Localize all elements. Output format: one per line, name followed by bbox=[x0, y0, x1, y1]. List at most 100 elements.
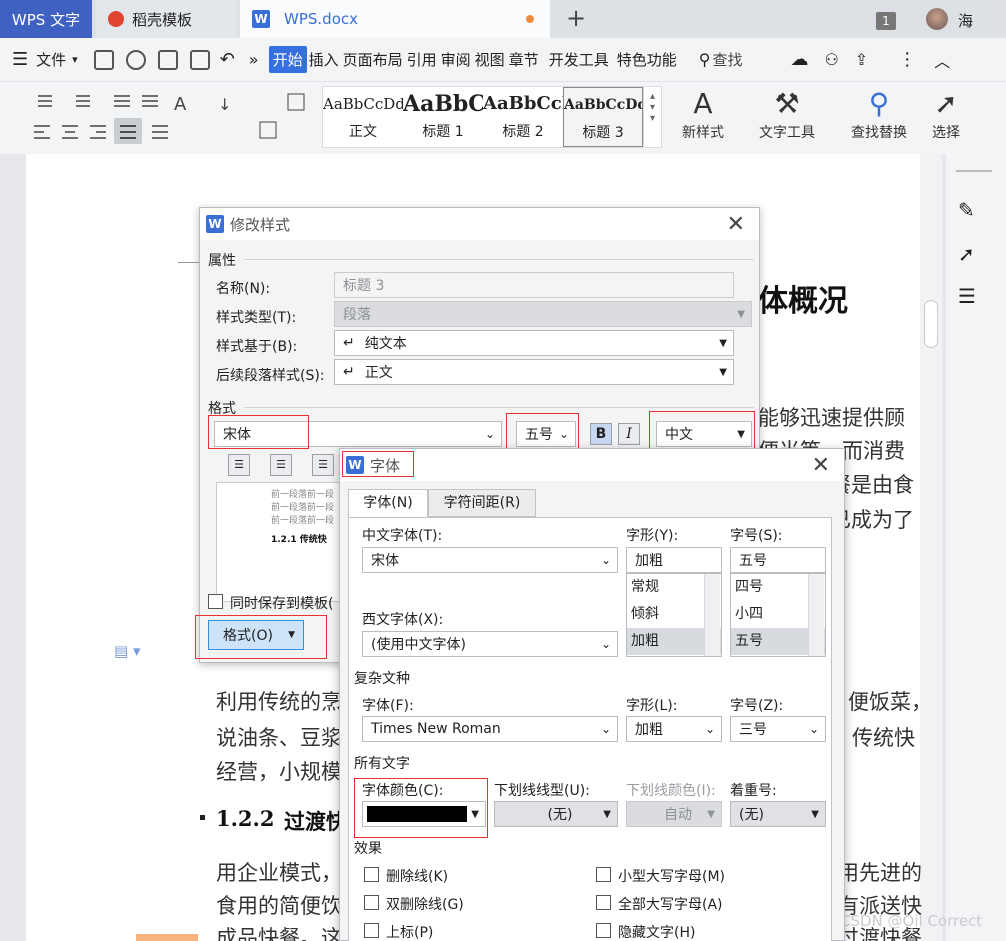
underline-color-select[interactable]: 自动 ▼ bbox=[626, 801, 722, 827]
export-icon[interactable] bbox=[125, 49, 146, 70]
settings-sliders-icon[interactable]: ☰ bbox=[958, 284, 976, 308]
chevron-down-icon: ▼ bbox=[737, 308, 745, 320]
align-left-button[interactable]: ☰ bbox=[228, 454, 250, 476]
scrollbar[interactable] bbox=[704, 574, 720, 656]
menu-item-layout[interactable]: 页面布局 bbox=[341, 47, 405, 72]
undo-icon[interactable]: ↶ bbox=[220, 49, 235, 70]
bold-button[interactable]: B bbox=[590, 423, 612, 445]
underline-style-select[interactable]: (无) ▼ bbox=[494, 801, 618, 827]
tab-daoke-template[interactable]: 稻壳模板 bbox=[96, 0, 236, 38]
new-style-button[interactable]: A 新样式 bbox=[672, 86, 734, 142]
find-replace-button[interactable]: ⚲ 查找替换 bbox=[842, 86, 916, 142]
font-style-input[interactable]: 加粗 bbox=[626, 547, 722, 573]
align-right-button[interactable]: ☰ bbox=[312, 454, 334, 476]
new-tab-plus-icon[interactable]: + bbox=[566, 4, 586, 32]
style-heading-1[interactable]: AaBbCc 标题 1 bbox=[403, 87, 483, 147]
tab-spacing[interactable]: 字符间距(R) bbox=[428, 489, 536, 517]
search-icon[interactable]: ⚲ bbox=[699, 50, 711, 69]
hamburger-icon[interactable]: ☰ bbox=[12, 49, 28, 70]
close-icon[interactable]: ✕ bbox=[727, 212, 745, 237]
complex-font-select[interactable]: Times New Roman ⌄ bbox=[362, 716, 618, 742]
chevron-down-icon: ⌄ bbox=[808, 722, 819, 736]
complex-style-value: 加粗 bbox=[635, 722, 663, 738]
scroll-thumb[interactable] bbox=[924, 300, 938, 348]
menu-item-features[interactable]: 特色功能 bbox=[615, 47, 679, 72]
window-count-badge[interactable]: 1 bbox=[876, 12, 896, 30]
more-icon[interactable]: ⋮ bbox=[898, 49, 916, 70]
menu-item-start[interactable]: 开始 bbox=[268, 46, 307, 73]
gallery-scroll[interactable]: ▴ ▾ ▾ bbox=[643, 87, 661, 147]
vertical-scrollbar[interactable] bbox=[920, 154, 942, 941]
italic-button[interactable]: I bbox=[618, 423, 640, 445]
group-complex-script: 复杂文种 bbox=[354, 671, 410, 687]
collapse-ribbon-icon[interactable]: ︿ bbox=[934, 48, 950, 72]
all-caps-checkbox[interactable] bbox=[596, 895, 611, 910]
text-tools-button[interactable]: ⚒ 文字工具 bbox=[750, 86, 824, 142]
print-preview-icon[interactable] bbox=[189, 49, 210, 70]
paragraph-icons[interactable]: A ↓ bbox=[30, 86, 310, 148]
complex-style-select[interactable]: 加粗 ⌄ bbox=[626, 716, 722, 742]
cn-font-select[interactable]: 宋体 ⌄ bbox=[362, 547, 618, 573]
tab-document[interactable]: W WPS.docx bbox=[240, 0, 550, 38]
emphasis-select[interactable]: (无) ▼ bbox=[730, 801, 826, 827]
user-name[interactable]: 海 bbox=[958, 10, 973, 31]
font-size-input[interactable]: 五号 bbox=[730, 547, 826, 573]
pen-icon[interactable]: ✎ bbox=[958, 198, 975, 222]
menu-item-reference[interactable]: 引用 bbox=[405, 47, 439, 72]
emphasis-value: (无) bbox=[739, 807, 764, 823]
style-type-select[interactable]: 段落 ▼ bbox=[334, 301, 752, 327]
style-heading-3[interactable]: AaBbCcDd 标题 3 bbox=[563, 87, 643, 147]
double-strikethrough-checkbox[interactable] bbox=[364, 895, 379, 910]
small-caps-checkbox[interactable] bbox=[596, 867, 611, 882]
next-style-value: 正文 bbox=[364, 365, 393, 381]
file-menu[interactable]: 文件 bbox=[34, 47, 68, 72]
menu-item-devtools[interactable]: 开发工具 bbox=[547, 47, 611, 72]
chevron-down-icon[interactable]: ▾ bbox=[72, 53, 78, 66]
hidden-text-checkbox[interactable] bbox=[596, 923, 611, 938]
strikethrough-checkbox[interactable] bbox=[364, 867, 379, 882]
tab-font[interactable]: 字体(N) bbox=[348, 489, 428, 518]
ribbon: A ↓ AaBbCcDd 正文 AaBbCc 标题 1 AaBbCcI 标题 2 Aa… bbox=[0, 82, 1006, 154]
avatar[interactable] bbox=[926, 8, 948, 30]
paragraph-handle-icon[interactable]: ▤ ▾ bbox=[114, 642, 140, 660]
unsaved-dot-icon bbox=[526, 15, 534, 23]
based-on-select[interactable]: ↵ 纯文本 ▼ bbox=[334, 330, 734, 356]
more-chevrons-icon[interactable]: » bbox=[249, 50, 259, 69]
cloud-sync-icon[interactable]: ☁ bbox=[790, 49, 808, 70]
style-name-input[interactable]: 标题 3 bbox=[334, 272, 734, 298]
para-line: 说油条、豆浆 bbox=[216, 726, 342, 750]
add-user-icon[interactable]: ⚇ bbox=[824, 50, 838, 69]
based-on-label: 样式基于(B): bbox=[216, 339, 298, 355]
heading-fragment: 体概况 bbox=[758, 284, 848, 319]
style-normal[interactable]: AaBbCcDd 正文 bbox=[323, 87, 403, 147]
close-icon[interactable]: ✕ bbox=[812, 453, 830, 478]
complex-size-select[interactable]: 三号 ⌄ bbox=[730, 716, 826, 742]
tab-wps-writer[interactable]: WPS 文字 bbox=[0, 0, 92, 38]
menu-item-chapter[interactable]: 章节 bbox=[507, 47, 541, 72]
save-to-template-label: 同时保存到模板( bbox=[230, 596, 334, 612]
underline-style-value: (无) bbox=[547, 807, 573, 823]
select-button[interactable]: ➚ 选择 bbox=[922, 86, 970, 142]
print-icon[interactable] bbox=[157, 49, 178, 70]
margin-mark bbox=[178, 262, 200, 263]
menu-item-view[interactable]: 视图 bbox=[473, 47, 507, 72]
new-style-label: 新样式 bbox=[682, 125, 724, 141]
svg-text:A: A bbox=[174, 94, 187, 115]
share-icon[interactable]: ⇪ bbox=[855, 50, 868, 69]
next-style-select[interactable]: ↵ 正文 ▼ bbox=[334, 359, 734, 385]
para-line: 利用传统的烹 bbox=[216, 690, 342, 714]
save-icon[interactable] bbox=[93, 49, 114, 70]
dialog-titlebar: W 修改样式 ✕ bbox=[200, 208, 759, 240]
search-button[interactable]: 查找 bbox=[710, 47, 744, 72]
scrollbar[interactable] bbox=[808, 574, 824, 656]
pointer-icon[interactable]: ➚ bbox=[958, 242, 975, 266]
style-heading-2[interactable]: AaBbCcI 标题 2 bbox=[483, 87, 563, 147]
superscript-checkbox[interactable] bbox=[364, 923, 379, 938]
chevron-down-icon: ⌄ bbox=[484, 427, 495, 441]
menu-item-review[interactable]: 审阅 bbox=[439, 47, 473, 72]
superscript-label: 上标(P) bbox=[386, 925, 434, 941]
save-to-template-checkbox[interactable] bbox=[208, 594, 223, 609]
western-font-select[interactable]: (使用中文字体) ⌄ bbox=[362, 631, 618, 657]
align-center-button[interactable]: ☰ bbox=[270, 454, 292, 476]
menu-item-insert[interactable]: 插入 bbox=[307, 47, 341, 72]
